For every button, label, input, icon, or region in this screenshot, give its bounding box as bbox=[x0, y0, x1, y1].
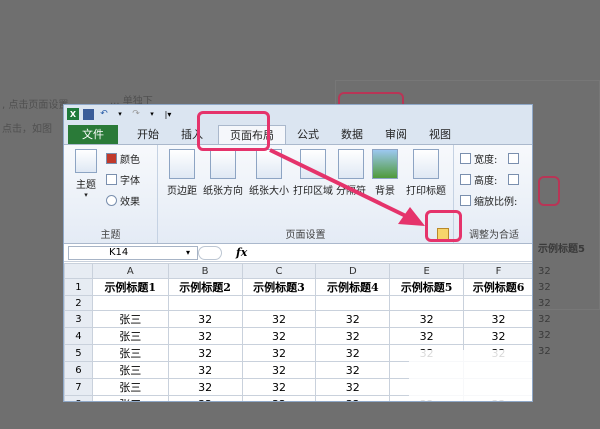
pointer-arrow bbox=[269, 148, 425, 226]
